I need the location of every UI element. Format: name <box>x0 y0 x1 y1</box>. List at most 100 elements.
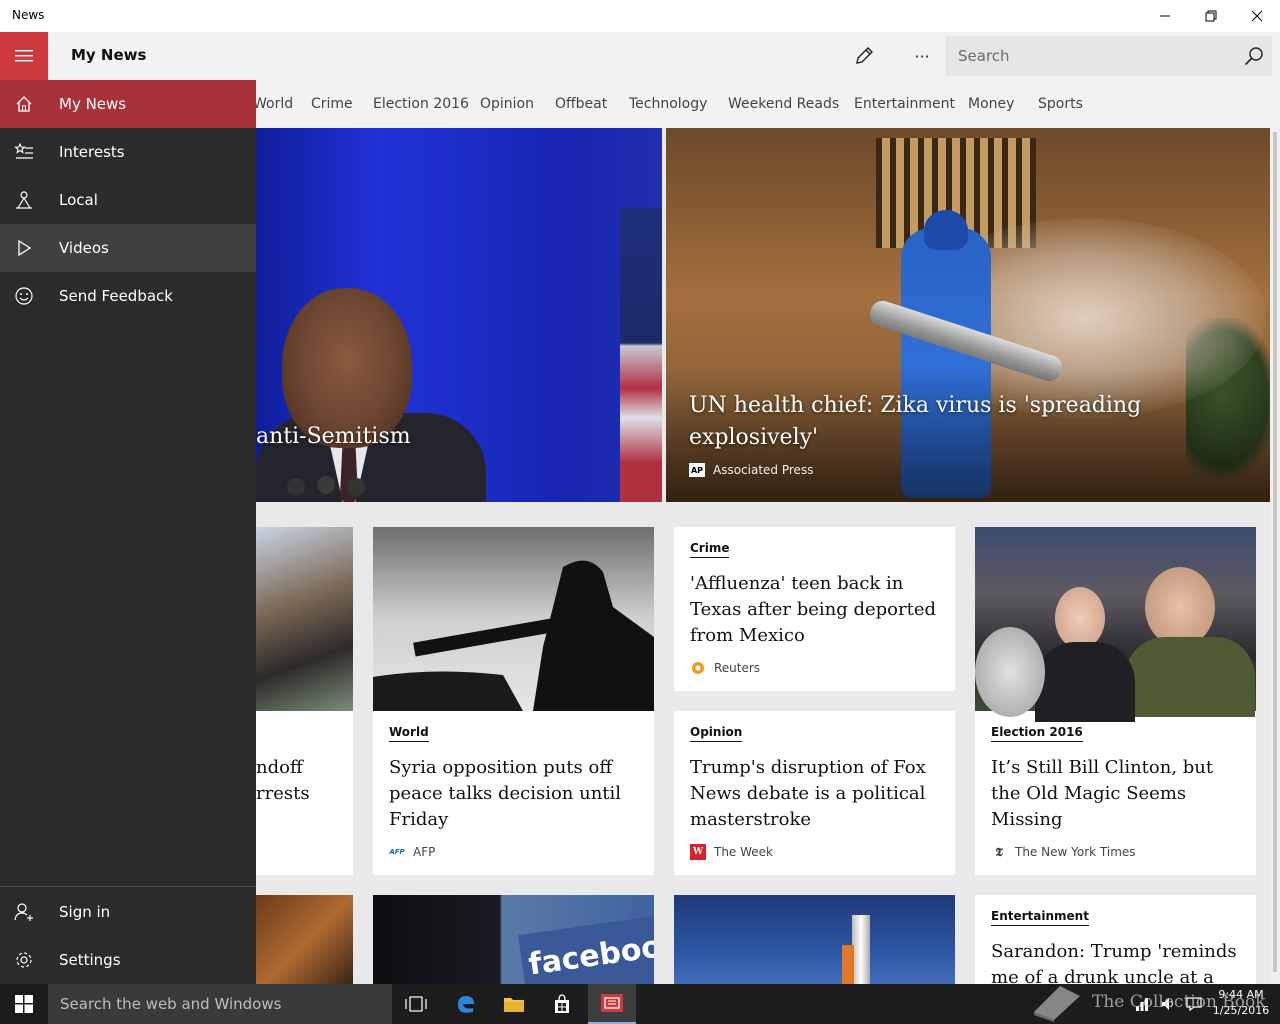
story-headline[interactable]: Syria opposition puts off peace talks de… <box>389 755 638 833</box>
story-image <box>975 527 1256 722</box>
navigation-pane: My News Interests Local Videos Send Feed… <box>0 80 256 984</box>
sidebar-item-videos[interactable]: Videos <box>0 224 256 272</box>
edit-button[interactable] <box>850 42 878 70</box>
folder-icon <box>504 998 524 1012</box>
minimize-button[interactable] <box>1142 0 1188 32</box>
sidebar-item-label: Sign in <box>59 903 111 921</box>
news-icon <box>601 994 623 1012</box>
more-options-button[interactable]: ··· <box>908 42 936 70</box>
store-icon <box>555 994 569 1013</box>
story-source: Reuters <box>690 660 760 676</box>
restore-button[interactable] <box>1188 0 1234 32</box>
sidebar-item-label: Send Feedback <box>59 287 173 305</box>
category-world[interactable]: World <box>256 96 293 112</box>
taskbar-search[interactable] <box>48 984 392 1024</box>
book-icon <box>1034 986 1080 1022</box>
hero-right-source: AP Associated Press <box>689 463 814 477</box>
hero-right-headline[interactable]: UN health chief: Zika virus is 'spreadin… <box>689 390 1149 454</box>
sidebar-divider <box>0 886 256 887</box>
minimize-icon <box>1160 15 1170 17</box>
afp-logo-icon: AFP <box>389 848 405 856</box>
close-button[interactable] <box>1234 0 1280 32</box>
story-card-partial-bottom[interactable] <box>256 895 353 984</box>
category-entertainment[interactable]: Entertainment <box>854 96 955 112</box>
window-title: News <box>12 8 45 22</box>
sidebar-item-settings[interactable]: Settings <box>0 936 256 984</box>
hamburger-icon <box>15 50 33 62</box>
pencil-icon <box>856 47 873 64</box>
story-headline[interactable]: It’s Still Bill Clinton, but the Old Mag… <box>991 755 1240 833</box>
news-feed: anti-Semitism UN health chief: Zika viru… <box>256 128 1270 984</box>
task-view-button[interactable] <box>392 984 440 1024</box>
story-category[interactable]: Opinion <box>690 725 743 742</box>
sidebar-item-sign-in[interactable]: Sign in <box>0 888 256 936</box>
sidebar-item-label: Settings <box>59 951 121 969</box>
sidebar-item-label: My News <box>59 95 127 113</box>
category-technology[interactable]: Technology <box>629 96 707 112</box>
story-headline[interactable]: Sarandon: Trump 'reminds me of a drunk u… <box>991 939 1240 984</box>
windows-logo-icon <box>15 995 33 1013</box>
sidebar-item-send-feedback[interactable]: Send Feedback <box>0 272 256 320</box>
scrollbar-thumb[interactable] <box>1273 132 1277 972</box>
sidebar-item-label: Interests <box>59 143 125 161</box>
search-input[interactable] <box>946 36 1236 76</box>
story-source: W The Week <box>690 844 773 860</box>
search-icon[interactable] <box>1244 46 1264 66</box>
category-nav: World Crime Election 2016 Opinion Offbea… <box>256 80 1280 128</box>
local-icon <box>16 191 32 209</box>
story-card-crime[interactable]: Crime 'Affluenza' teen back in Texas aft… <box>674 527 955 691</box>
sidebar-item-local[interactable]: Local <box>0 176 256 224</box>
news-app-button[interactable] <box>588 984 636 1024</box>
sidebar-item-interests[interactable]: Interests <box>0 128 256 176</box>
file-explorer-button[interactable] <box>490 984 538 1024</box>
story-headline[interactable]: 'Affluenza' teen back in Texas after bei… <box>690 571 939 649</box>
story-card-space[interactable] <box>674 895 955 984</box>
taskbar-search-input[interactable] <box>48 984 392 1024</box>
story-category[interactable]: Crime <box>690 541 730 558</box>
category-weekend-reads[interactable]: Weekend Reads <box>728 96 839 112</box>
task-view-icon <box>405 996 427 1012</box>
story-category[interactable]: Entertainment <box>991 909 1089 926</box>
story-headline[interactable]: Trump's disruption of Fox News debate is… <box>690 755 939 833</box>
start-button[interactable] <box>0 984 48 1024</box>
story-card-partial[interactable]: ndoff rrests <box>256 527 353 875</box>
story-category[interactable]: Election 2016 <box>991 725 1083 742</box>
category-crime[interactable]: Crime <box>311 96 353 112</box>
microphones-image <box>287 476 365 496</box>
interests-icon <box>14 142 33 159</box>
story-card-opinion[interactable]: Opinion Trump's disruption of Fox News d… <box>674 711 955 875</box>
category-opinion[interactable]: Opinion <box>480 96 534 112</box>
category-sports[interactable]: Sports <box>1038 96 1083 112</box>
category-election-2016[interactable]: Election 2016 <box>373 96 469 112</box>
the-week-logo-icon: W <box>690 844 706 860</box>
store-button[interactable] <box>538 984 586 1024</box>
story-category[interactable]: World <box>389 725 429 742</box>
sidebar-item-label: Local <box>59 191 98 209</box>
story-headline[interactable]: ndoff rrests <box>256 755 337 807</box>
app-header: My News ··· <box>0 32 1280 80</box>
edge-button[interactable] <box>442 984 490 1024</box>
gear-icon <box>16 952 32 968</box>
story-source: 𝕿 The New York Times <box>991 844 1135 860</box>
search-box[interactable] <box>946 36 1272 76</box>
sidebar-item-label: Videos <box>59 239 109 257</box>
hamburger-menu-button[interactable] <box>0 32 48 80</box>
story-card-facebook[interactable]: facebook <box>373 895 654 984</box>
page-title: My News <box>71 46 147 64</box>
story-image <box>373 527 654 711</box>
category-money[interactable]: Money <box>968 96 1014 112</box>
vertical-scrollbar[interactable] <box>1270 128 1280 984</box>
story-card-election[interactable]: Election 2016 It’s Still Bill Clinton, b… <box>975 527 1256 875</box>
story-card-entertainment[interactable]: Entertainment Sarandon: Trump 'reminds m… <box>975 895 1256 984</box>
home-icon <box>16 96 32 112</box>
story-card-world[interactable]: World Syria opposition puts off peace ta… <box>373 527 654 875</box>
hero-story-left[interactable]: anti-Semitism <box>256 128 662 502</box>
hero-left-headline[interactable]: anti-Semitism <box>256 424 411 449</box>
category-offbeat[interactable]: Offbeat <box>555 96 607 112</box>
edge-icon <box>458 996 474 1013</box>
nyt-logo-icon: 𝕿 <box>995 844 1003 859</box>
sidebar-item-my-news[interactable]: My News <box>0 80 256 128</box>
hero-story-right[interactable]: UN health chief: Zika virus is 'spreadin… <box>666 128 1270 502</box>
smiley-icon <box>15 287 33 305</box>
ap-logo-icon: AP <box>689 463 705 477</box>
